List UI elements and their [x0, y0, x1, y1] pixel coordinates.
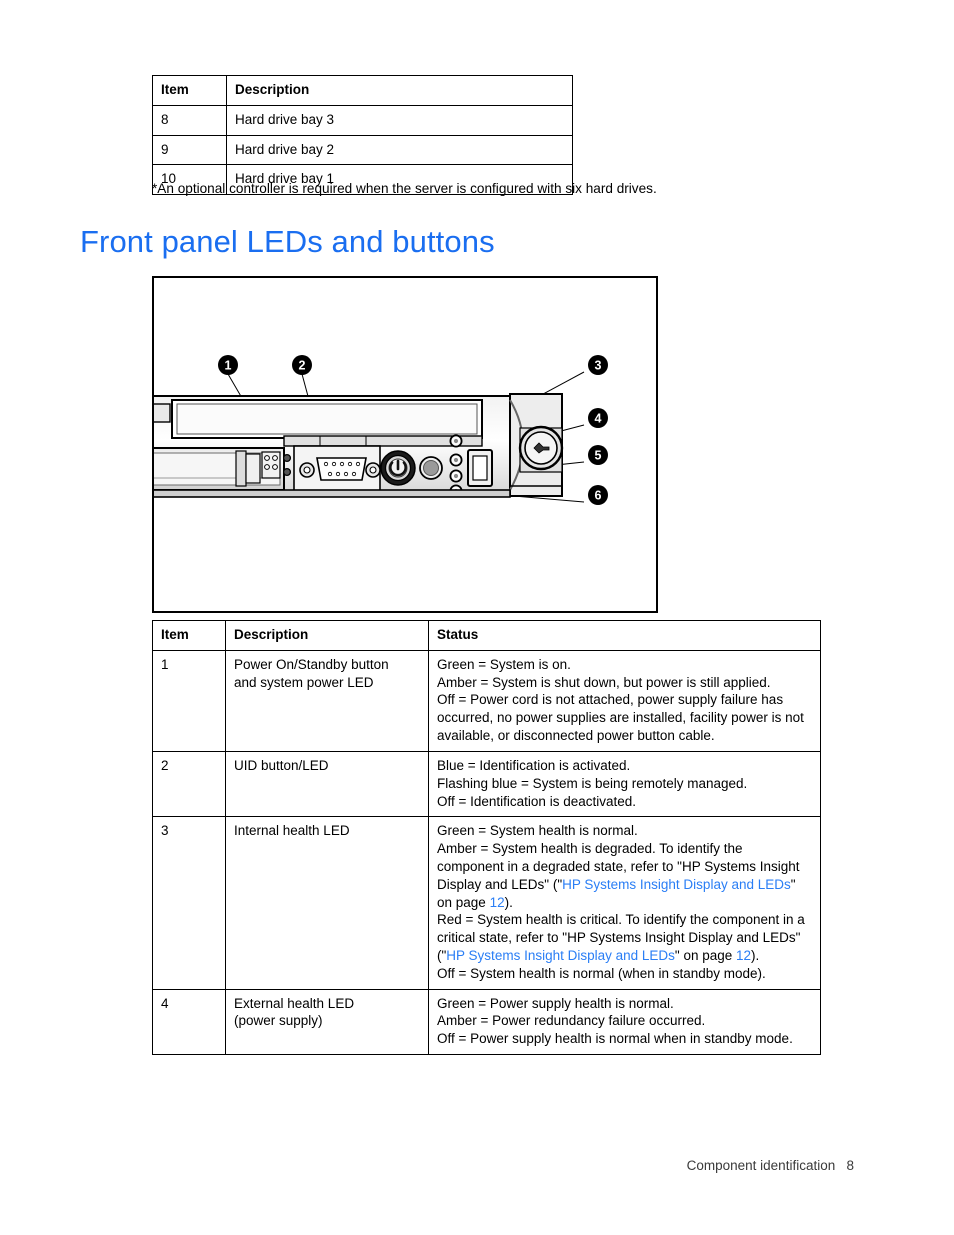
column-header-description: Description: [226, 75, 573, 106]
status-text: Blue = Identification is activated.: [437, 757, 631, 773]
status-line: Amber = System health is degraded. To id…: [437, 840, 812, 911]
callout-number: 1: [225, 359, 232, 373]
status-text: Green = Power supply health is normal.: [437, 995, 674, 1011]
status-line: Amber = System is shut down, but power i…: [437, 674, 812, 692]
callout-number: 5: [595, 449, 602, 463]
uid-button-icon: [419, 456, 443, 480]
cell-description: Hard drive bay 3: [226, 104, 573, 136]
status-line: Green = System is on.: [437, 656, 812, 674]
power-switch-icon: [380, 450, 416, 486]
status-text: Amber = System is shut down, but power i…: [437, 674, 771, 690]
callout-badge-4: 4: [588, 408, 608, 428]
cross-reference-link[interactable]: 12: [736, 948, 751, 963]
table-header-row: Item Description Status: [152, 620, 821, 651]
footnote-text: *An optional controller is required when…: [152, 181, 657, 196]
cell-status: Green = System health is normal. Amber = …: [428, 816, 821, 990]
status-line: Red = System health is critical. To iden…: [437, 911, 812, 964]
table-row: 1 Power On/Standby button and system power…: [152, 649, 821, 752]
callout-badge-1: 1: [218, 355, 238, 375]
description-line: UID button/LED: [234, 757, 329, 773]
cell-item: 3: [152, 816, 226, 990]
description-line: and system power LED: [234, 674, 374, 690]
table-row: 3 Internal health LED Green = System healt…: [152, 816, 821, 990]
callout-badge-3: 3: [588, 355, 608, 375]
cell-description: UID button/LED: [225, 750, 429, 818]
callout-number: 3: [595, 359, 602, 373]
status-line: Off = Power cord is not attached, power …: [437, 691, 812, 744]
cell-status: Green = Power supply health is normal. Am…: [428, 988, 821, 1056]
cell-status: Blue = Identification is activated. Flash…: [428, 750, 821, 818]
status-text: Off = Power supply health is normal when…: [437, 1031, 793, 1047]
cell-description: Hard drive bay 2: [226, 134, 573, 166]
cell-item: 8: [152, 104, 227, 136]
cross-reference-link[interactable]: HP Systems Insight Display and LEDs: [446, 948, 675, 963]
front-panel-illustration: 1 2 3 4 5 6: [154, 355, 608, 505]
callout-number: 6: [595, 489, 602, 503]
status-line: Off = Identification is deactivated.: [437, 793, 812, 811]
front-panel-led-table: Item Description Status 1 Power On/Standb…: [152, 620, 821, 1056]
hard-drive-bay-table-container: Item Description 8 Hard drive bay 3 9 Hard …: [152, 75, 573, 196]
release-latch-icon: [509, 393, 564, 497]
front-panel-led-table-body: 1 Power On/Standby button and system power…: [152, 649, 821, 1056]
cell-status: Green = System is on. Amber = System is s…: [428, 649, 821, 752]
column-header-item: Item: [152, 620, 226, 651]
status-line: Blue = Identification is activated.: [437, 757, 812, 775]
status-text: " on page: [674, 948, 736, 963]
front-panel-figure: 1 2 3 4 5 6: [152, 276, 658, 613]
front-panel-led-table-container: Item Description Status 1 Power On/Standb…: [152, 620, 821, 1056]
status-text: ).: [751, 948, 760, 963]
cell-item: 9: [152, 134, 227, 166]
server-chassis: [154, 393, 564, 498]
column-header-description: Description: [225, 620, 429, 651]
page-footer: Component identification 8: [687, 1158, 854, 1173]
description-line: Internal health LED: [234, 823, 350, 839]
usb-port-icon: [467, 449, 493, 487]
status-line: Green = Power supply health is normal.: [437, 995, 812, 1013]
description-line: (power supply): [234, 1013, 323, 1029]
status-text: Off = Power cord is not attached, power …: [437, 692, 804, 744]
vga-connector-icon: [293, 445, 381, 493]
description-line: External health LED: [234, 995, 355, 1011]
table-row: 2 UID button/LED Blue = Identification is …: [152, 750, 821, 818]
status-text: Amber = Power redundancy failure occurre…: [437, 1013, 706, 1029]
cell-description: Power On/Standby button and system power …: [225, 649, 429, 752]
status-text: Off = System health is normal (when in s…: [437, 965, 766, 981]
cell-item: 2: [152, 750, 226, 818]
status-text: Green = System is on.: [437, 656, 571, 672]
status-line: Off = System health is normal (when in s…: [437, 965, 812, 983]
cross-reference-link[interactable]: HP Systems Insight Display and LEDs: [562, 877, 791, 892]
cell-description: External health LED (power supply): [225, 988, 429, 1056]
status-text: Off = Identification is deactivated.: [437, 793, 636, 809]
footer-page-number: 8: [846, 1158, 854, 1173]
callout-number: 4: [595, 412, 602, 426]
table-row: 9 Hard drive bay 2: [152, 134, 573, 166]
status-line: Off = Power supply health is normal when…: [437, 1030, 812, 1048]
hard-drive-bay-table: Item Description 8 Hard drive bay 3 9 Hard …: [152, 75, 573, 196]
cell-item: 4: [152, 988, 226, 1056]
status-text: ).: [504, 894, 513, 910]
status-line: Amber = Power redundancy failure occurre…: [437, 1012, 812, 1030]
cell-item: 1: [152, 649, 226, 752]
cell-description: Internal health LED: [225, 816, 429, 990]
column-header-status: Status: [428, 620, 821, 651]
status-text: Flashing blue = System is being remotely…: [437, 775, 748, 791]
table-header-row: Item Description: [152, 75, 573, 106]
table-row: 8 Hard drive bay 3: [152, 104, 573, 136]
callout-badge-6: 6: [588, 485, 608, 505]
column-header-item: Item: [152, 75, 227, 106]
description-line: Power On/Standby button: [234, 656, 389, 672]
status-text: Green = System health is normal.: [437, 823, 638, 839]
hard-drive-tray: [154, 447, 285, 491]
status-line: Flashing blue = System is being remotely…: [437, 775, 812, 793]
callout-badge-5: 5: [588, 445, 608, 465]
footer-chapter-label: Component identification: [686, 1158, 836, 1173]
cross-reference-link[interactable]: 12: [490, 895, 505, 910]
callout-number: 2: [299, 359, 306, 373]
callout-badge-2: 2: [292, 355, 312, 375]
page-title: Front panel LEDs and buttons: [80, 224, 495, 259]
table-row: 4 External health LED (power supply) Green …: [152, 988, 821, 1056]
status-line: Green = System health is normal.: [437, 822, 812, 840]
